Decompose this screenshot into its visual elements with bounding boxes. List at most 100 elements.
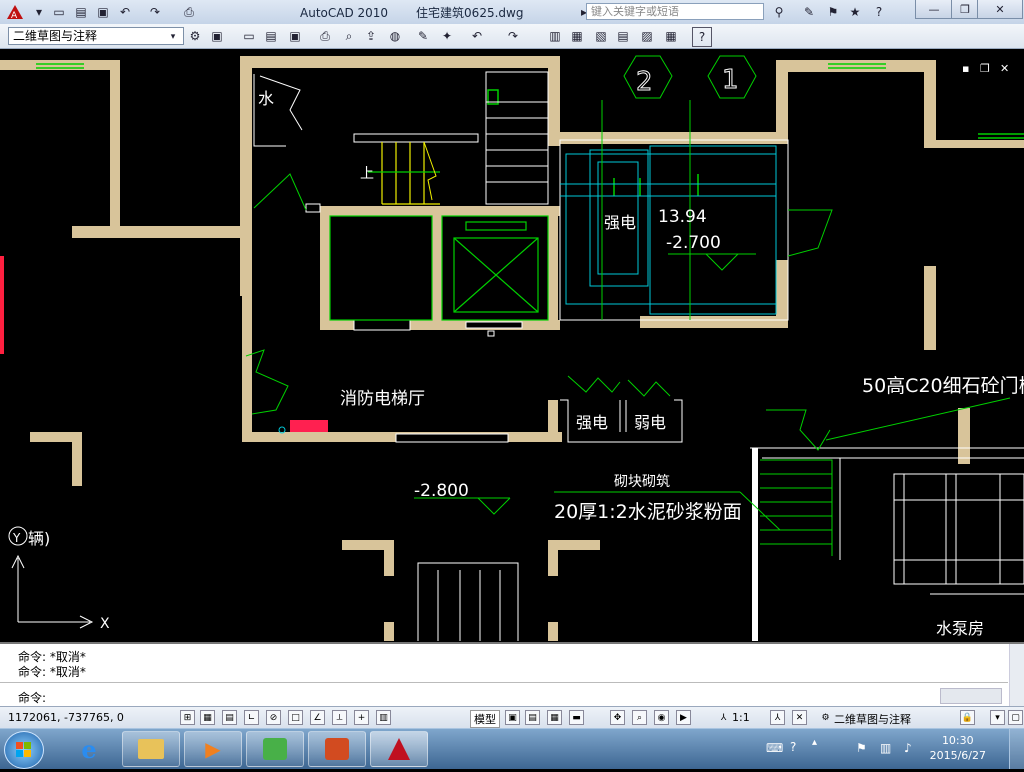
infer-icon[interactable]: ⊞ (180, 710, 195, 725)
keyboard-icon[interactable]: ⌨ (766, 741, 783, 755)
show-desktop-button[interactable] (1009, 729, 1024, 769)
action-center-icon[interactable]: ⚑ (856, 741, 867, 755)
ortho-icon[interactable]: ∟ (244, 710, 259, 725)
binoculars-icon[interactable]: ⚲ (770, 3, 788, 21)
design-center-icon[interactable]: ▦ (568, 27, 586, 45)
plot-preview-icon[interactable]: ⌕ (340, 27, 358, 45)
open-icon[interactable]: ▤ (262, 27, 280, 45)
command-hscroll[interactable] (940, 688, 1002, 704)
explorer-icon[interactable] (122, 731, 180, 767)
favorites-icon[interactable]: ★ (846, 3, 864, 21)
clean-screen-icon[interactable]: ▢ (1008, 710, 1023, 725)
match-properties-icon[interactable]: ✎ (414, 27, 432, 45)
ducs-icon[interactable]: ⟂ (332, 710, 347, 725)
drawing-restore-icon[interactable]: ❐ (980, 62, 990, 75)
structure-lines (11, 71, 1024, 644)
publish-icon[interactable]: ⇪ (362, 27, 380, 45)
calculator-icon[interactable]: ▦ (662, 27, 680, 45)
duct-lines (560, 145, 777, 315)
powerpoint-icon[interactable] (308, 731, 366, 767)
grid-icon[interactable]: ▤ (222, 710, 237, 725)
elevation-minus-2-800: -2.800 (414, 481, 469, 501)
search-input[interactable]: 键入关键字或短语 (586, 3, 764, 20)
command-scrollbar[interactable] (1009, 644, 1024, 706)
sheet-set-icon[interactable]: ▤ (614, 27, 632, 45)
system-clock[interactable]: 10:30 2015/6/27 (930, 733, 986, 763)
workspace-settings-icon[interactable]: ⚙ (186, 27, 204, 45)
annotation-visibility-icon[interactable]: ⅄ (770, 710, 785, 725)
help-tray-icon[interactable]: ? (790, 740, 796, 754)
annotation-scale[interactable]: 1:1 (732, 711, 750, 724)
undo-icon[interactable]: ↶ (468, 27, 486, 45)
dyn-icon[interactable]: + (354, 710, 369, 725)
elevation-minus-2-700: -2.700 (666, 233, 721, 253)
tool-palettes-icon[interactable]: ▧ (592, 27, 610, 45)
restore-button[interactable]: ❐ (951, 0, 979, 19)
media-player-icon[interactable]: ▶ (184, 731, 242, 767)
osnap-icon[interactable]: □ (288, 710, 303, 725)
ie-icon[interactable]: e (60, 731, 118, 767)
redo-icon[interactable]: ↷ (146, 3, 164, 21)
pan-icon[interactable]: ✥ (610, 710, 625, 725)
redo-icon[interactable]: ↷ (504, 27, 522, 45)
print-icon[interactable]: ⎙ (180, 3, 198, 21)
label-fire-lobby: 消防电梯厅 (340, 389, 425, 409)
qnew-icon[interactable]: ▭ (240, 27, 258, 45)
steering-wheel-icon[interactable]: ◉ (654, 710, 669, 725)
plot-icon[interactable]: ⎙ (316, 27, 334, 45)
annotation-scale-icon[interactable]: ⅄ (716, 710, 731, 725)
chevron-down-icon[interactable]: ▾ (164, 28, 182, 46)
drawing-minimize-icon[interactable]: ▪ (962, 62, 969, 75)
app-menu-button[interactable]: A (4, 3, 26, 21)
status-menu-icon[interactable]: ▾ (990, 710, 1005, 725)
new-file-icon[interactable]: ▭ (50, 3, 68, 21)
autocad-task-icon[interactable] (370, 731, 428, 767)
grid-bubble-1: 1 (722, 65, 739, 95)
drawing-canvas[interactable]: 水 上 2 1 强电 13.94 -2.700 消防电梯厅 强电 弱电 50高C… (0, 49, 1024, 644)
layout-view-icon[interactable]: ▬ (569, 710, 584, 725)
workspace-save-icon[interactable]: ▣ (208, 27, 226, 45)
lock-icon[interactable]: 🔒 (960, 710, 975, 725)
workspace-select[interactable]: 二维草图与注释 (8, 27, 184, 45)
close-button[interactable]: ✕ (977, 0, 1023, 19)
auto-scale-icon[interactable]: ✕ (792, 710, 807, 725)
save-icon[interactable]: ▣ (286, 27, 304, 45)
network-icon[interactable]: ▥ (880, 741, 891, 755)
otrack-icon[interactable]: ∠ (310, 710, 325, 725)
model-tab[interactable]: 模型 (470, 710, 500, 728)
snap-icon[interactable]: ▦ (200, 710, 215, 725)
command-prompt[interactable]: 命令: (18, 689, 46, 706)
minimize-button[interactable]: — (915, 0, 953, 19)
taskbar: e ▶ ⌨ ? ▴ ⚑ ▥ ♪ 10:30 2015/6/27 (0, 728, 1024, 769)
properties-icon[interactable]: ▥ (546, 27, 564, 45)
quickview-layouts-icon[interactable]: ▤ (525, 710, 540, 725)
help-icon[interactable]: ? (692, 27, 712, 47)
markup-icon[interactable]: ▨ (638, 27, 656, 45)
save-icon[interactable]: ▣ (94, 3, 112, 21)
coordinates-readout: 1172061, -737765, 0 (8, 711, 124, 724)
polar-icon[interactable]: ⊘ (266, 710, 281, 725)
title-bar: A ▾ ▭ ▤ ▣ ↶ ↷ ⎙ AutoCAD 2010 住宅建筑0625.dwg… (0, 0, 1024, 25)
showmotion-icon[interactable]: ▶ (676, 710, 691, 725)
windows-logo-icon (16, 742, 31, 757)
workspace-status[interactable]: 二维草图与注释 (834, 711, 911, 727)
block-editor-icon[interactable]: ✦ (438, 27, 456, 45)
quickview-drawings-icon[interactable]: ▦ (547, 710, 562, 725)
autocad-logo-icon: A (7, 5, 23, 20)
help-icon[interactable]: ? (870, 3, 888, 21)
drawing-close-icon[interactable]: ✕ (1000, 62, 1009, 75)
undo-icon[interactable]: ↶ (116, 3, 134, 21)
show-hidden-icon[interactable]: ▴ (812, 737, 817, 748)
volume-icon[interactable]: ♪ (904, 741, 912, 755)
workspace-gear-icon[interactable]: ⚙ (818, 710, 833, 725)
tools-icon[interactable]: ✎ (800, 3, 818, 21)
3d-dwf-icon[interactable]: ◍ (386, 27, 404, 45)
open-file-icon[interactable]: ▤ (72, 3, 90, 21)
zoom-icon[interactable]: ⌕ (632, 710, 647, 725)
communication-icon[interactable]: ⚑ (824, 3, 842, 21)
start-button[interactable] (4, 731, 44, 769)
lwt-icon[interactable]: ▥ (376, 710, 391, 725)
layout-icon[interactable]: ▣ (505, 710, 520, 725)
dropdown-icon[interactable]: ▾ (30, 3, 48, 21)
app-icon-green[interactable] (246, 731, 304, 767)
